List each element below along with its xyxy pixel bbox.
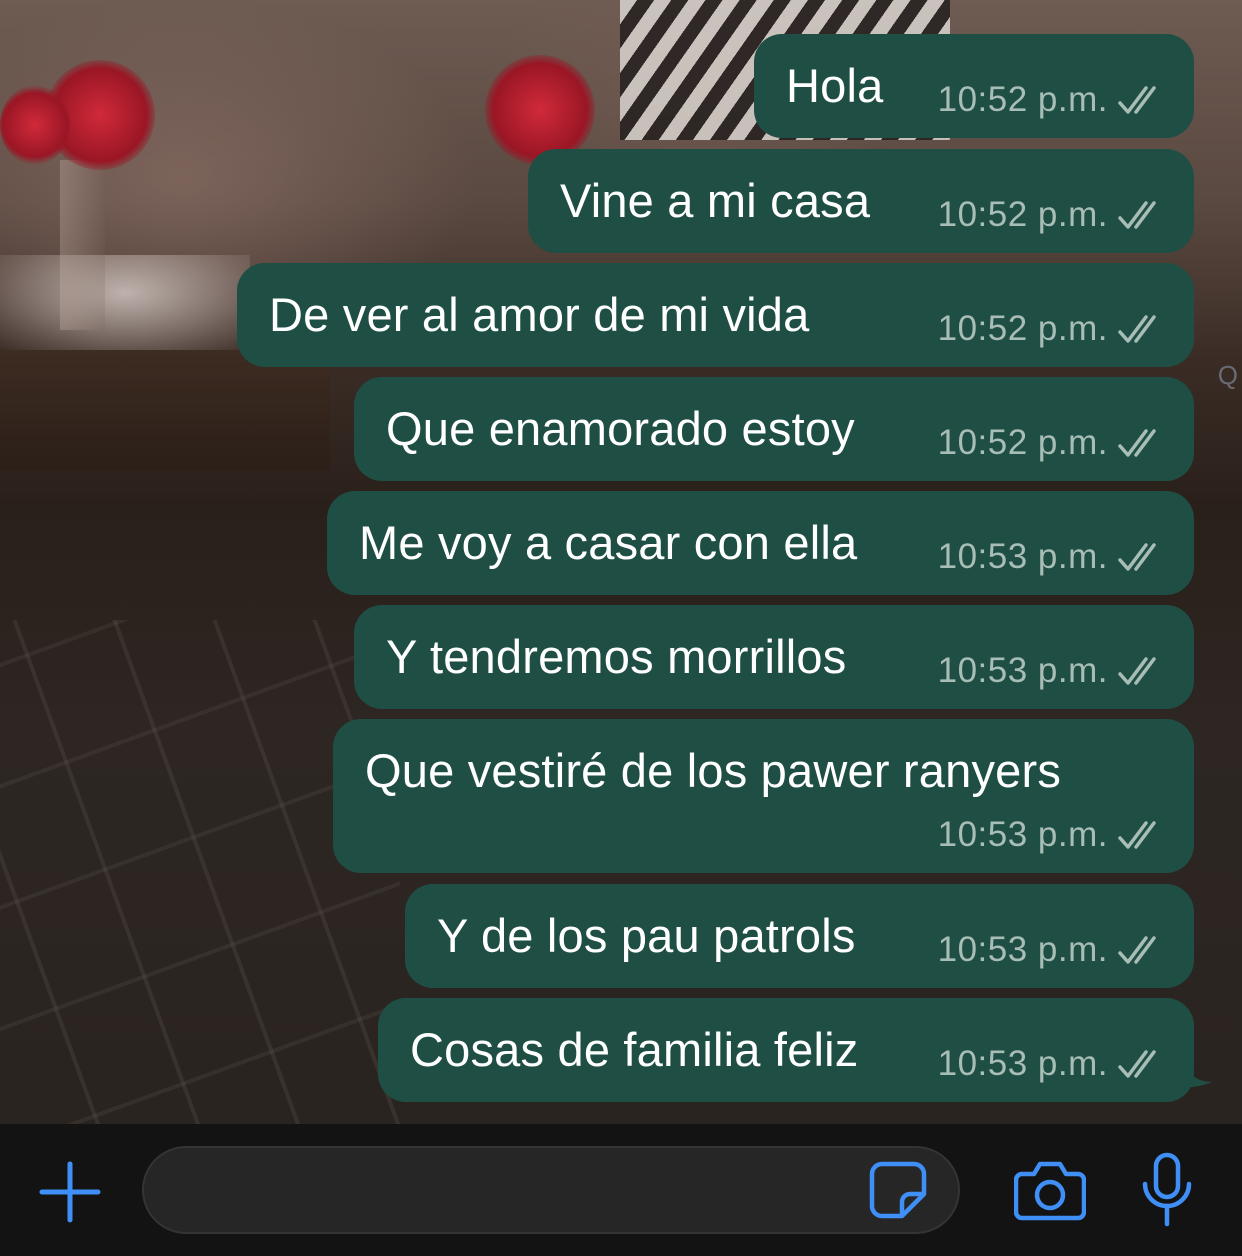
message-bubble[interactable]: Vine a mi casa 10:52 p.m. [528,149,1194,253]
message-meta: 10:53 p.m. [938,537,1164,577]
message-text: Que enamorado estoy [386,402,855,455]
message-text: Y de los pau patrols [437,909,856,962]
message-text: De ver al amor de mi vida [269,288,810,341]
double-check-icon [1118,86,1156,114]
message-time: 10:53 p.m. [937,930,1108,969]
double-check-icon [1118,821,1156,849]
message-meta: 10:53 p.m. [938,1044,1164,1084]
message-time: 10:52 p.m. [937,80,1108,119]
message-time: 10:52 p.m. [937,195,1108,234]
double-check-icon [1118,1050,1156,1078]
double-check-icon [1118,429,1156,457]
message-text: Vine a mi casa [560,174,871,227]
double-check-icon [1118,936,1156,964]
message-input[interactable] [142,1146,960,1234]
message-bubble[interactable]: Que enamorado estoy 10:52 p.m. [354,377,1194,481]
message-meta: 10:52 p.m. [938,309,1164,349]
double-check-icon [1118,657,1156,685]
message-text: Me voy a casar con ella [359,516,858,569]
message-time: 10:53 p.m. [937,815,1108,854]
message-bubble[interactable]: Cosas de familia feliz 10:53 p.m. [378,998,1194,1102]
message-bubble[interactable]: Me voy a casar con ella 10:53 p.m. [327,491,1194,595]
double-check-icon [1118,315,1156,343]
sticker-icon[interactable] [868,1160,928,1220]
bubble-tail [1178,1052,1212,1088]
message-time: 10:53 p.m. [937,1044,1108,1083]
message-bubble[interactable]: Y de los pau patrols 10:53 p.m. [405,884,1194,988]
message-meta: 10:52 p.m. [938,423,1164,463]
message-text: Cosas de familia feliz [410,1023,859,1076]
message-meta: 10:52 p.m. [938,195,1164,235]
message-meta: 10:53 p.m. [938,651,1164,691]
message-meta: 10:53 p.m. [938,815,1164,855]
message-text: Que vestiré de los pawer ranyers [365,744,1062,797]
message-bubble[interactable]: De ver al amor de mi vida 10:52 p.m. [237,263,1194,367]
double-check-icon [1118,543,1156,571]
message-meta: 10:52 p.m. [938,80,1164,120]
double-check-icon [1118,201,1156,229]
message-text: Y tendremos morrillos [386,630,847,683]
message-time: 10:53 p.m. [937,651,1108,690]
message-bubble[interactable]: Y tendremos morrillos 10:53 p.m. [354,605,1194,709]
message-bubble[interactable]: Hola 10:52 p.m. [754,34,1194,138]
message-time: 10:52 p.m. [937,309,1108,348]
message-list[interactable]: Hola 10:52 p.m. Vine a mi casa 10:52 p.m… [0,0,1242,1124]
message-meta: 10:53 p.m. [938,930,1164,970]
message-time: 10:53 p.m. [937,537,1108,576]
microphone-icon[interactable] [1140,1152,1194,1228]
message-time: 10:52 p.m. [937,423,1108,462]
message-text: Hola [786,59,884,112]
plus-icon[interactable] [38,1160,102,1224]
camera-icon[interactable] [1014,1158,1086,1222]
message-bubble[interactable]: Que vestiré de los pawer ranyers 10:53 p… [333,719,1194,873]
